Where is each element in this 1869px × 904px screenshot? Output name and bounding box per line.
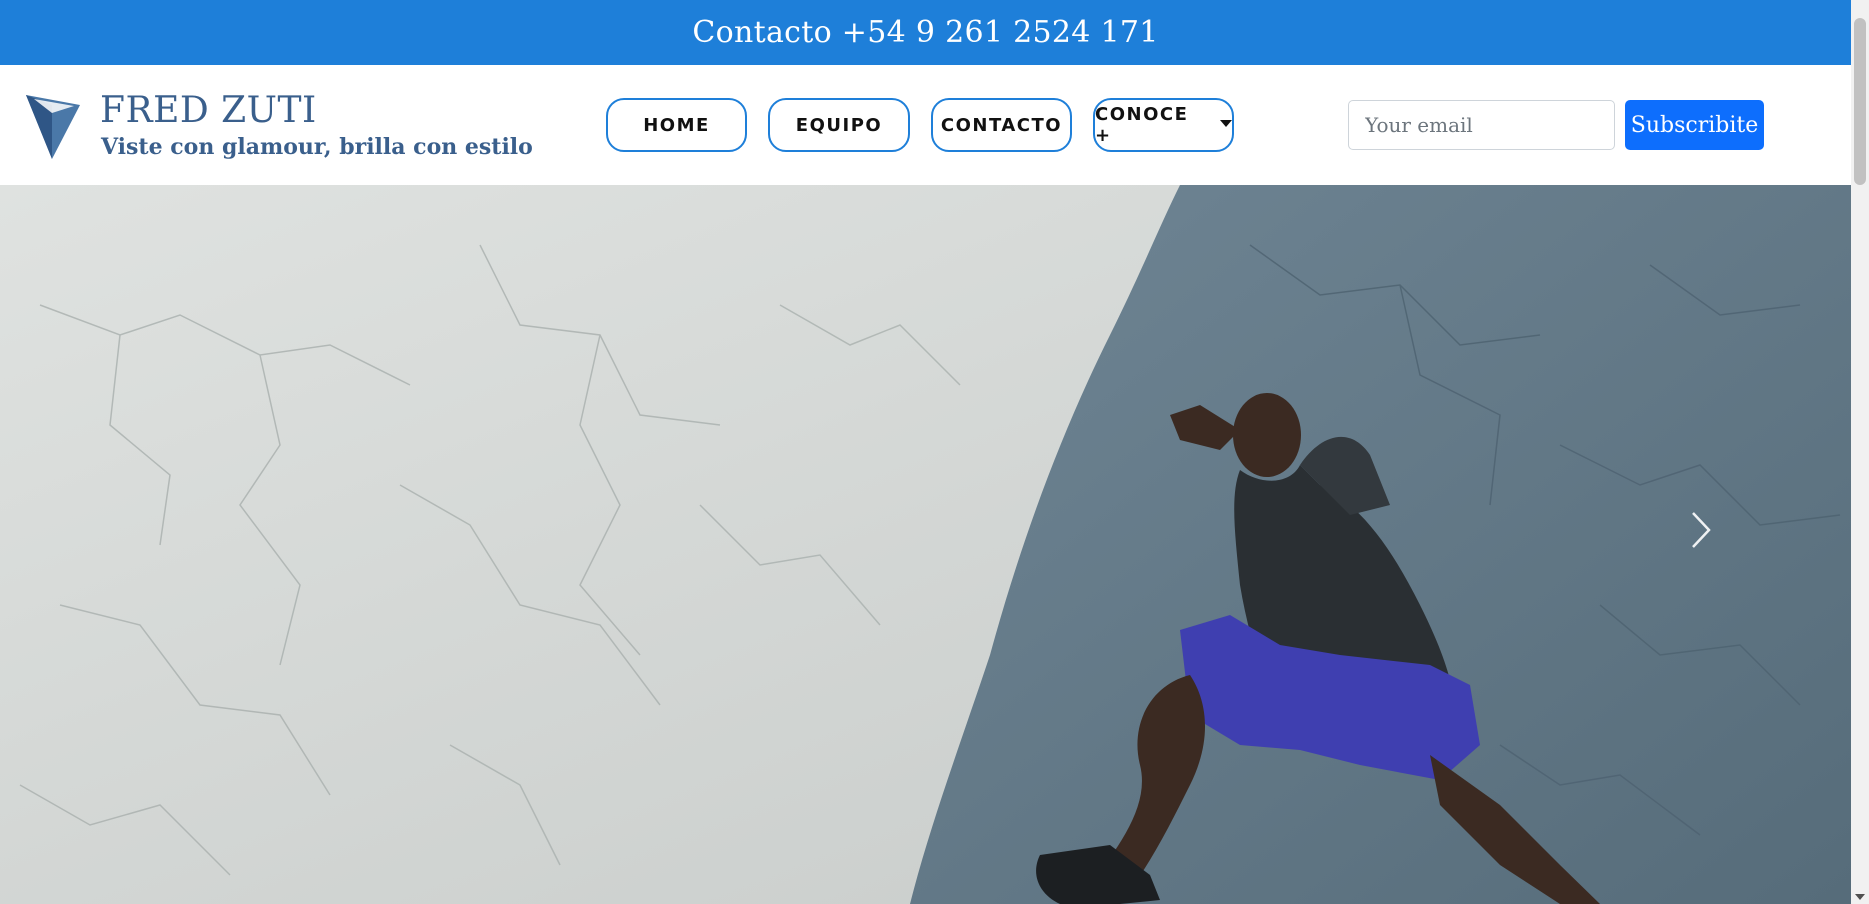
nav-equipo-button[interactable]: EQUIPO: [768, 98, 910, 152]
nav-home-label: HOME: [643, 114, 710, 136]
brand-tagline: Viste con glamour, brilla con estilo: [101, 134, 533, 160]
brand-name: FRED ZUTI: [100, 90, 317, 131]
contact-text: Contacto +54 9 261 2524 171: [692, 15, 1159, 50]
contact-banner: Contacto +54 9 261 2524 171: [0, 0, 1851, 65]
logo-icon: [26, 95, 80, 159]
caret-down-icon: [1220, 119, 1232, 127]
nav-home-button[interactable]: HOME: [606, 98, 747, 152]
nav-conoce-label: CONOCE +: [1095, 104, 1189, 146]
nav-conoce-dropdown[interactable]: CONOCE +: [1093, 98, 1234, 152]
nav-equipo-label: EQUIPO: [795, 114, 883, 136]
page-scrollbar[interactable]: [1851, 0, 1869, 904]
nav-contacto-label: CONTACTO: [940, 114, 1063, 136]
site-header: FRED ZUTI Viste con glamour, brilla con …: [0, 65, 1851, 185]
chevron-right-icon: [1692, 512, 1711, 548]
scrollbar-thumb[interactable]: [1854, 18, 1866, 185]
nav-contacto-button[interactable]: CONTACTO: [931, 98, 1072, 152]
scroll-down-arrow-icon[interactable]: [1855, 894, 1865, 900]
hero-carousel: [0, 185, 1851, 904]
carousel-next-button[interactable]: [1671, 485, 1731, 575]
subscribe-button[interactable]: Subscribite: [1625, 100, 1764, 150]
email-input[interactable]: [1348, 100, 1615, 150]
hero-image: [0, 185, 1851, 904]
